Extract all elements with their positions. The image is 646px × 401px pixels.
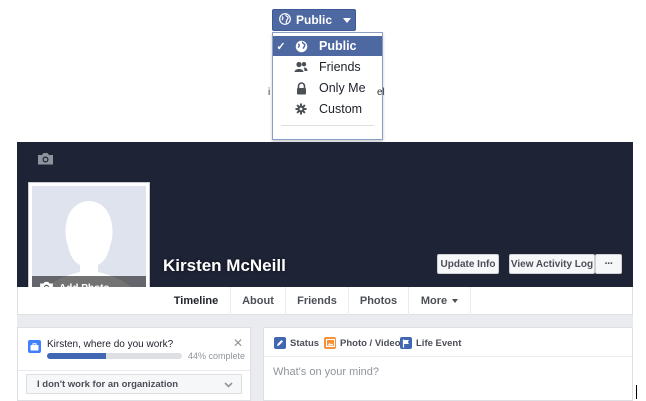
tab-friends[interactable]: Friends [286, 287, 349, 315]
privacy-option-label: Only Me [319, 81, 366, 95]
composer-tab-label: Status [290, 337, 320, 349]
occluded-text-fragment: i [268, 87, 271, 98]
profile-progress-bar [47, 353, 182, 359]
chevron-down-icon [224, 380, 233, 391]
privacy-option-only-me[interactable]: Only Me [273, 78, 382, 98]
menu-divider [281, 125, 374, 126]
gear-icon [291, 103, 311, 115]
privacy-selector-label: Public [296, 13, 333, 27]
close-icon[interactable]: ✕ [233, 336, 243, 350]
tab-timeline[interactable]: Timeline [162, 287, 231, 315]
pencil-icon [274, 337, 286, 349]
privacy-option-label: Friends [319, 60, 361, 74]
update-info-button[interactable]: Update Info [437, 254, 499, 274]
organization-select[interactable]: I don't work for an organization [26, 374, 242, 394]
work-prompt-card: Kirsten, where do you work? ✕ 44% comple… [17, 327, 251, 401]
progress-fill [47, 353, 107, 359]
tab-about[interactable]: About [231, 287, 286, 315]
occluded-text-fragment: el [377, 87, 385, 98]
profile-picture-placeholder: Add Photo [32, 186, 146, 300]
status-composer: Status Photo / Video Life Event What's o… [263, 327, 633, 401]
photo-icon [324, 337, 336, 349]
privacy-option-label: Custom [319, 102, 363, 116]
globe-icon [291, 40, 311, 53]
privacy-selector-button[interactable]: Public [272, 9, 356, 31]
organization-select-value: I don't work for an organization [37, 378, 179, 390]
progress-text: 44% complete [188, 351, 246, 361]
view-activity-log-button[interactable]: View Activity Log [509, 254, 595, 274]
chevron-down-icon [343, 17, 352, 23]
status-input[interactable]: What's on your mind? [273, 366, 379, 378]
profile-picture-frame[interactable]: Add Photo [28, 182, 150, 304]
composer-tab-label: Photo / Video [340, 337, 401, 349]
composer-tab-label: Life Event [416, 337, 462, 349]
privacy-option-custom[interactable]: Custom [273, 99, 382, 119]
window-edge [636, 385, 637, 399]
friends-icon [291, 61, 311, 73]
checkmark-icon: ✓ [276, 40, 286, 53]
privacy-menu: ✓ Public Friends Only Me Custom [272, 32, 383, 140]
more-options-button[interactable]: ··· [595, 254, 622, 274]
tab-more-label: More [420, 295, 448, 307]
composer-tab-status[interactable]: Status [274, 337, 319, 349]
lock-icon [291, 81, 311, 95]
composer-tab-photo-video[interactable]: Photo / Video [324, 337, 401, 349]
privacy-option-public[interactable]: ✓ Public [273, 36, 382, 56]
camera-icon[interactable] [37, 152, 54, 168]
card-divider [18, 370, 250, 371]
globe-icon [279, 12, 291, 28]
briefcase-icon [28, 340, 41, 353]
tab-more[interactable]: More [409, 287, 471, 315]
flag-icon [400, 337, 412, 349]
tab-photos[interactable]: Photos [349, 287, 409, 315]
composer-tab-life-event[interactable]: Life Event [400, 337, 461, 349]
work-question: Kirsten, where do you work? [47, 339, 174, 350]
composer-divider [264, 356, 632, 357]
chevron-down-icon [452, 299, 459, 303]
privacy-option-label: Public [319, 39, 357, 53]
privacy-option-friends[interactable]: Friends [273, 57, 382, 77]
profile-name: Kirsten McNeill [163, 256, 286, 275]
